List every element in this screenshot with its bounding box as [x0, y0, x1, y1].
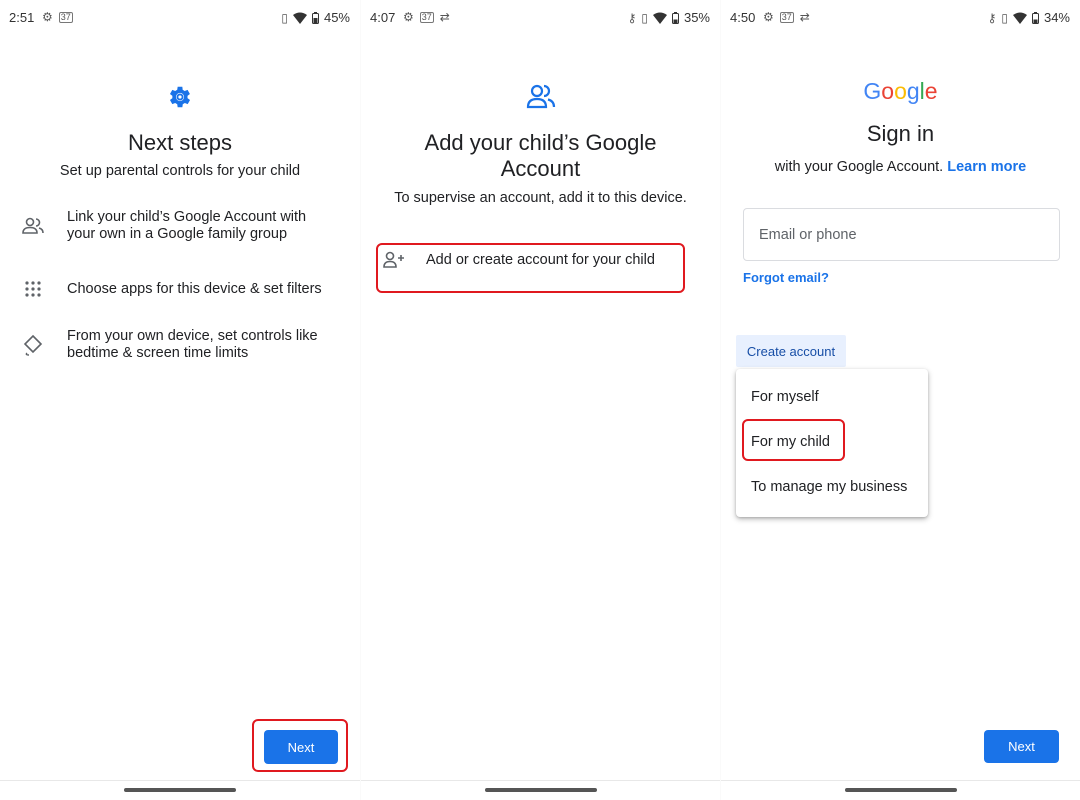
add-account-label: Add or create account for your child: [426, 252, 655, 268]
page-title: Sign in: [866, 121, 935, 146]
home-handle[interactable]: [844, 788, 957, 792]
page-subtitle: Set up parental controls for your child: [59, 163, 301, 179]
status-time: 4:50: [730, 10, 756, 25]
create-account-button[interactable]: Create account: [736, 335, 846, 367]
step-text-line1: Choose apps for this device & set filter…: [67, 280, 322, 297]
page-subtitle: with your Google Account. Learn more: [721, 159, 1080, 175]
status-right-icons: ⚷ ▯ 35%: [628, 10, 710, 25]
status-right-icons: ⚷ ▯ 34%: [988, 10, 1070, 25]
nav-bar: [361, 780, 720, 800]
status-right-icons: ▯ 45%: [281, 10, 350, 25]
forgot-email-link[interactable]: Forgot email?: [743, 270, 829, 285]
status-time: 4:07: [370, 10, 396, 25]
person-add-icon: [383, 251, 404, 268]
subtitle-text: with your Google Account.: [774, 159, 944, 175]
next-button[interactable]: Next: [264, 730, 338, 764]
step-link-account: Link your child’s Google Account with yo…: [20, 209, 340, 243]
gear-icon: [169, 86, 191, 108]
people-icon: [526, 84, 555, 109]
battery-percent: 34%: [1043, 10, 1070, 25]
next-button[interactable]: Next: [984, 730, 1059, 763]
apps-grid-icon: [20, 276, 46, 302]
page-title-line2: Account: [500, 156, 581, 181]
email-field[interactable]: [744, 209, 1059, 260]
vibrate-icon: ▯: [281, 10, 288, 25]
battery-percent: 45%: [323, 10, 350, 25]
nav-bar: [721, 780, 1080, 800]
home-handle[interactable]: [484, 788, 597, 792]
step-text-line2: your own in a Google family group: [67, 226, 288, 242]
status-left-icons: ⚙ 37 ⇄: [763, 10, 810, 24]
status-time: 2:51: [9, 10, 35, 25]
add-account-button[interactable]: Add or create account for your child: [383, 251, 655, 269]
highlight-for-my-child: [742, 419, 845, 461]
status-bar: 2:51 ⚙ 37 ▯ 45%: [0, 0, 360, 34]
email-field-container: [743, 208, 1060, 261]
status-left-icons: ⚙ 37 ⇄: [403, 10, 450, 24]
step-set-controls: From your own device, set controls like …: [20, 328, 340, 362]
notification-icon: 37: [58, 11, 73, 23]
diamond-rotate-icon: [20, 332, 46, 358]
battery-icon: [671, 11, 679, 24]
status-bar: 4:07 ⚙ 37 ⇄ ⚷ ▯ 35%: [361, 0, 720, 34]
step-text-line1: From your own device, set controls like: [67, 328, 318, 344]
key-icon: ⚷: [987, 10, 997, 25]
settings-icon: ⚙: [403, 10, 414, 24]
nav-bar: [0, 780, 360, 800]
battery-percent: 35%: [683, 10, 710, 25]
status-bar: 4:50 ⚙ 37 ⇄ ⚷ ▯ 34%: [721, 0, 1080, 34]
vibrate-icon: ▯: [641, 10, 648, 25]
sync-icon: ⇄: [439, 10, 450, 24]
sync-icon: ⇄: [799, 10, 810, 24]
settings-icon: ⚙: [42, 10, 53, 24]
settings-icon: ⚙: [763, 10, 774, 24]
notification-icon: 37: [779, 11, 794, 23]
vibrate-icon: ▯: [1001, 10, 1008, 25]
key-icon: ⚷: [627, 10, 637, 25]
google-logo: Google: [863, 78, 938, 104]
home-handle[interactable]: [124, 788, 236, 792]
phone-screen-add-child-account: 4:07 ⚙ 37 ⇄ ⚷ ▯ 35% Add your child’s Goo…: [360, 0, 720, 800]
phone-screen-next-steps: 2:51 ⚙ 37 ▯ 45% Next steps Set up parent…: [0, 0, 360, 800]
menu-item-for-myself[interactable]: For myself: [751, 389, 819, 405]
wifi-icon: [652, 12, 667, 24]
wifi-icon: [292, 12, 307, 24]
phone-screen-google-sign-in: 4:50 ⚙ 37 ⇄ ⚷ ▯ 34% Google Sign in with …: [720, 0, 1080, 800]
status-left-icons: ⚙ 37: [42, 10, 73, 24]
people-icon: [20, 213, 46, 239]
page-subtitle: To supervise an account, add it to this …: [394, 190, 687, 206]
step-text-line2: bedtime & screen time limits: [67, 345, 249, 361]
step-choose-apps: Choose apps for this device & set filter…: [20, 276, 340, 302]
wifi-icon: [1012, 12, 1027, 24]
learn-more-link[interactable]: Learn more: [947, 159, 1026, 175]
battery-icon: [1031, 11, 1039, 24]
menu-item-manage-business[interactable]: To manage my business: [751, 479, 907, 495]
step-text-line1: Link your child’s Google Account with: [67, 209, 307, 225]
battery-icon: [311, 11, 319, 24]
page-title: Next steps: [128, 130, 232, 155]
notification-icon: 37: [419, 11, 434, 23]
page-title-line1: Add your child’s Google: [424, 130, 657, 155]
